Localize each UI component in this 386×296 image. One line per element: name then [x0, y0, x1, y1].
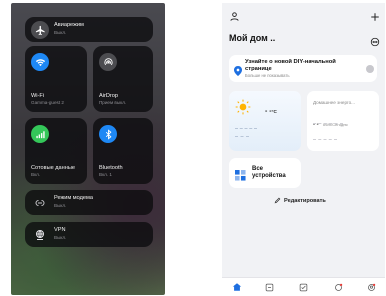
energy-title: Домашнее энерго...	[313, 100, 355, 105]
more-options-icon[interactable]	[370, 34, 380, 52]
vpn-status: Выкл.	[54, 235, 67, 240]
bluetooth-status: Вкл. 1	[99, 172, 112, 177]
edit-label: Редактировать	[284, 197, 326, 204]
hotspot-label: Режим модема	[54, 195, 93, 201]
tab-scenes[interactable]	[263, 281, 275, 293]
tab-automation[interactable]	[297, 281, 309, 293]
location-pin-icon	[234, 63, 242, 81]
profile-icon[interactable]	[229, 9, 240, 27]
weather-temp-unit: °C	[271, 109, 277, 114]
banner-subtitle[interactable]: Больше не показывать	[245, 73, 290, 78]
wifi-icon	[31, 53, 49, 71]
weather-temp: - -°C	[265, 108, 277, 115]
vpn-label: VPN	[54, 227, 66, 233]
personal-hotspot-toggle[interactable]: Режим модема Выкл.	[25, 190, 153, 215]
airdrop-label: AirDrop	[99, 93, 118, 99]
airplane-label: Авиарежим	[54, 22, 84, 28]
airdrop-icon	[99, 53, 117, 71]
vpn-icon	[31, 226, 49, 244]
hotspot-status: Выкл.	[54, 203, 67, 208]
cellular-data-tile[interactable]: Сотовые данные Вкл.	[25, 118, 87, 184]
bottom-tab-bar	[222, 277, 385, 295]
tab-smart[interactable]	[332, 281, 344, 293]
cellular-status: Вкл.	[31, 172, 41, 177]
diy-banner[interactable]: Узнайте о новой DIY-начальной странице Б…	[229, 55, 377, 82]
airplane-status: Выкл.	[54, 30, 67, 35]
energy-value: - - kWh/Сегодня	[313, 113, 348, 131]
smart-home-app: Мой дом .. Узнайте о новой DIY-начальной…	[222, 3, 385, 295]
all-devices-label: Все устройства	[252, 166, 286, 179]
airdrop-tile[interactable]: AirDrop Прием выкл.	[93, 46, 153, 112]
vpn-toggle[interactable]: VPN Выкл.	[25, 222, 153, 247]
sun-icon	[235, 99, 251, 120]
devices-grid-icon	[235, 168, 246, 186]
edit-button[interactable]: Редактировать	[274, 197, 326, 204]
all-devices-card[interactable]: Все устройства	[229, 158, 301, 188]
add-icon[interactable]	[370, 9, 380, 27]
weather-placeholder-line	[235, 128, 257, 129]
home-title[interactable]: Мой дом ..	[229, 33, 275, 43]
checkbox-icon	[299, 283, 307, 291]
hotspot-icon	[31, 194, 49, 212]
tab-home[interactable]	[231, 281, 243, 293]
arrow-right-icon[interactable]	[366, 65, 374, 73]
banner-title: Узнайте о новой DIY-начальной странице	[245, 59, 336, 72]
airplane-icon	[31, 21, 49, 39]
weather-card[interactable]: - -°C	[229, 91, 301, 151]
wifi-status: Gamma-guest 2	[31, 100, 64, 105]
cellular-icon	[31, 125, 49, 143]
tab-profile[interactable]	[365, 281, 377, 293]
airplane-mode-toggle[interactable]: Авиарежим Выкл.	[25, 17, 153, 42]
bluetooth-tile[interactable]: Bluetooth Вкл. 1	[93, 118, 153, 184]
energy-placeholder-line-2	[313, 139, 337, 140]
smart-icon	[334, 283, 342, 291]
airdrop-status: Прием выкл.	[99, 100, 127, 105]
scenes-icon	[265, 283, 273, 291]
weather-temp-value: - -	[265, 108, 272, 115]
weather-placeholder-line-2	[235, 136, 249, 137]
control-center: Авиарежим Выкл. Wi-Fi Gamma-guest 2 AirD…	[11, 3, 165, 295]
bluetooth-icon	[99, 125, 117, 143]
bluetooth-label: Bluetooth	[99, 165, 123, 171]
energy-placeholder-line	[313, 123, 343, 124]
wifi-tile[interactable]: Wi-Fi Gamma-guest 2	[25, 46, 87, 112]
pencil-icon	[274, 197, 281, 204]
home-icon	[232, 283, 242, 291]
wifi-label: Wi-Fi	[31, 93, 45, 99]
profile-tab-icon	[367, 283, 375, 291]
cellular-label: Сотовые данные	[31, 165, 75, 171]
energy-card[interactable]: Домашнее энерго... - - kWh/Сегодня	[307, 91, 379, 151]
